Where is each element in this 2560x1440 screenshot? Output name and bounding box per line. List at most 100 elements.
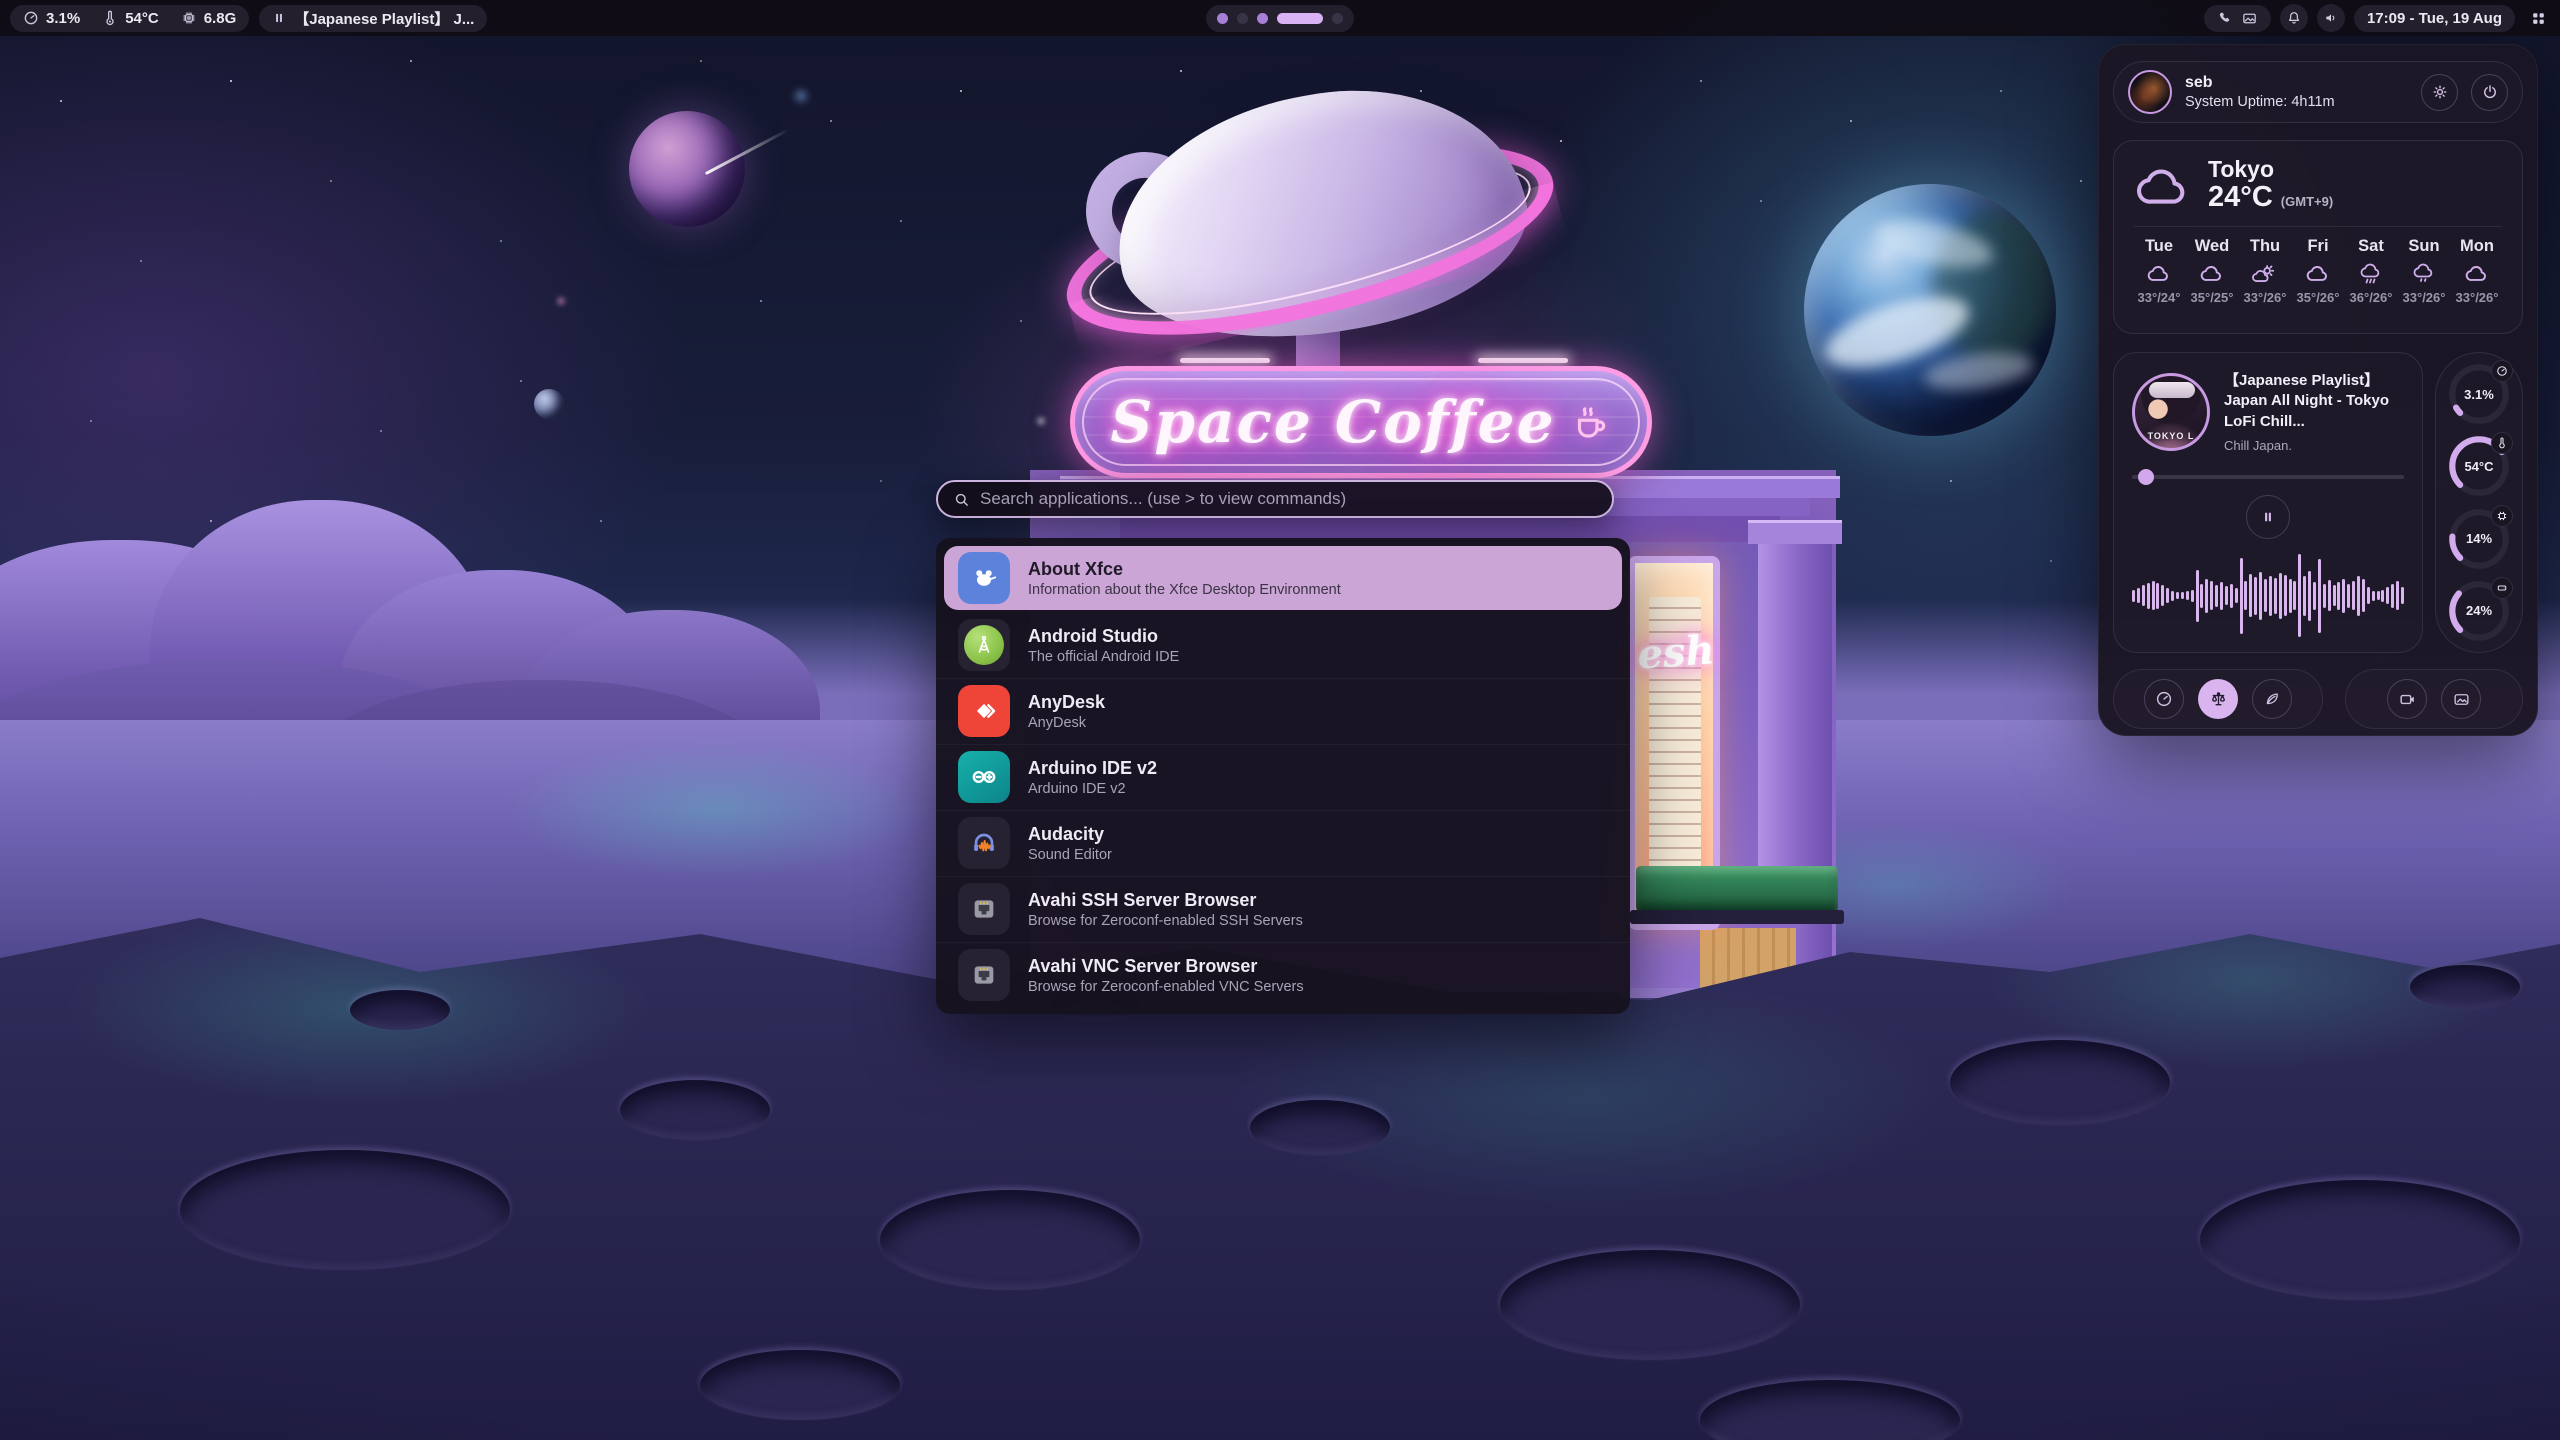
leaf-icon xyxy=(2263,690,2281,708)
memory-value: 6.8G xyxy=(204,10,237,27)
album-art[interactable]: TOKYO L xyxy=(2132,373,2210,451)
scales-icon xyxy=(2209,690,2228,709)
weather-temp: 24°C xyxy=(2208,182,2273,214)
tray-pill[interactable] xyxy=(2204,5,2271,32)
weather-timezone: (GMT+9) xyxy=(2281,195,2333,209)
network-port-icon xyxy=(958,883,1010,935)
performance-profile-button[interactable] xyxy=(2144,679,2184,719)
divider xyxy=(2134,226,2502,227)
memory-chip-icon xyxy=(2491,505,2513,527)
cloud-icon xyxy=(2134,263,2184,285)
app-subtitle: Information about the Xfce Desktop Envir… xyxy=(1028,582,1341,598)
network-port-icon xyxy=(958,949,1010,1001)
user-avatar[interactable] xyxy=(2128,70,2172,114)
app-item-avahi-vnc[interactable]: Avahi VNC Server Browser Browse for Zero… xyxy=(936,942,1630,1008)
temperature-gauge: 54°C xyxy=(2448,435,2510,497)
top-bar: 3.1% 54°C 6.8G 【Japanese Playlis xyxy=(0,0,2560,36)
clock-pill[interactable]: 17:09 - Tue, 19 Aug xyxy=(2354,5,2515,32)
app-title: About Xfce xyxy=(1028,558,1341,581)
app-item-audacity[interactable]: Audacity Sound Editor xyxy=(936,810,1630,876)
speedometer-icon xyxy=(2155,690,2173,708)
cpu-gauge: 3.1% xyxy=(2448,363,2510,425)
workspace-dot-2[interactable] xyxy=(1237,13,1248,24)
wallpaper-window-neon-text: esh xyxy=(1629,626,1722,679)
forecast-day: Fri 35°/26° xyxy=(2293,237,2343,305)
workspace-dot-3[interactable] xyxy=(1257,13,1268,24)
workspace-dot-1[interactable] xyxy=(1217,13,1228,24)
audacity-icon xyxy=(958,817,1010,869)
weather-cloud-icon xyxy=(2134,162,2192,210)
seek-handle[interactable] xyxy=(2138,469,2154,485)
rain-icon xyxy=(2346,263,2396,285)
workspace-dot-5[interactable] xyxy=(1332,13,1343,24)
now-playing-pill[interactable]: 【Japanese Playlist】 J... xyxy=(259,5,487,32)
search-input[interactable] xyxy=(980,489,1597,509)
app-item-arduino-ide[interactable]: Arduino IDE v2 Arduino IDE v2 xyxy=(936,744,1630,810)
track-title: 【Japanese Playlist】 Japan All Night - To… xyxy=(2224,371,2404,432)
xfce-mouse-icon xyxy=(958,552,1010,604)
weather-forecast-row: Tue 33°/24° Wed 35°/25° Thu 33°/26° Fri xyxy=(2134,237,2502,305)
user-card: seb System Uptime: 4h11m xyxy=(2113,61,2523,123)
power-icon xyxy=(2481,83,2499,101)
forecast-day: Tue 33°/24° xyxy=(2134,237,2184,305)
control-center-panel: seb System Uptime: 4h11m xyxy=(2098,44,2538,736)
wallpaper-purple-planet xyxy=(629,111,745,227)
temperature-icon xyxy=(102,10,118,26)
overview-grid-button[interactable] xyxy=(2524,4,2552,32)
workspace-dot-4-active[interactable] xyxy=(1277,13,1323,24)
neon-coffee-cup-icon xyxy=(1569,401,1611,443)
settings-button[interactable] xyxy=(2421,74,2458,111)
powersave-profile-button[interactable] xyxy=(2252,679,2292,719)
forecast-day: Thu 33°/26° xyxy=(2240,237,2290,305)
forecast-day: Mon 33°/26° xyxy=(2452,237,2502,305)
anydesk-icon xyxy=(958,685,1010,737)
temperature-value: 54°C xyxy=(125,10,159,27)
phone-icon[interactable] xyxy=(2217,10,2233,26)
app-item-android-studio[interactable]: Android Studio The official Android IDE xyxy=(936,612,1630,678)
speedometer-icon xyxy=(2491,360,2513,382)
forecast-day: Wed 35°/25° xyxy=(2187,237,2237,305)
pause-icon xyxy=(2260,509,2276,525)
volume-button[interactable] xyxy=(2317,4,2345,32)
neon-sign-text: Space Coffee xyxy=(1111,388,1556,456)
video-camera-icon xyxy=(2398,690,2417,709)
gear-icon xyxy=(2431,83,2449,101)
system-uptime: System Uptime: 4h11m xyxy=(2185,94,2408,110)
forecast-day: Sat 36°/26° xyxy=(2346,237,2396,305)
cloud-icon xyxy=(2293,263,2343,285)
android-studio-icon xyxy=(958,619,1010,671)
app-item-about-xfce[interactable]: About Xfce Information about the Xfce De… xyxy=(944,546,1622,610)
screenshot-button[interactable] xyxy=(2441,679,2481,719)
now-playing-label: 【Japanese Playlist】 J... xyxy=(294,8,474,29)
balanced-profile-button[interactable] xyxy=(2198,679,2238,719)
app-item-avahi-ssh[interactable]: Avahi SSH Server Browser Browse for Zero… xyxy=(936,876,1630,942)
cloud-icon xyxy=(2452,263,2502,285)
seek-bar[interactable] xyxy=(2132,469,2404,485)
play-pause-button[interactable] xyxy=(2246,495,2290,539)
notifications-bell-button[interactable] xyxy=(2280,4,2308,32)
system-gauges-card: 3.1% 54°C xyxy=(2435,352,2523,653)
app-item-anydesk[interactable]: AnyDesk AnyDesk xyxy=(936,678,1630,744)
wallpaper-neon-sign: Space Coffee xyxy=(1070,366,1652,478)
cloud-icon xyxy=(2187,263,2237,285)
search-results-panel: About Xfce Information about the Xfce De… xyxy=(936,538,1630,1014)
pause-icon xyxy=(272,11,286,25)
power-button[interactable] xyxy=(2471,74,2508,111)
search-bar[interactable] xyxy=(936,480,1614,518)
memory-gauge: 14% xyxy=(2448,508,2510,570)
clock-label: 17:09 - Tue, 19 Aug xyxy=(2367,10,2502,27)
grid-icon xyxy=(2530,10,2547,27)
weather-card: Tokyo 24°C (GMT+9) Tue 33°/24° Wed xyxy=(2113,140,2523,334)
wallpaper-earth xyxy=(1804,184,2056,436)
workspace-indicator[interactable] xyxy=(1206,5,1354,32)
system-stats-pill[interactable]: 3.1% 54°C 6.8G xyxy=(10,5,249,32)
wallpaper-changer-icon[interactable] xyxy=(2241,10,2258,27)
wallpaper-small-moon xyxy=(534,389,564,419)
power-profile-group xyxy=(2113,669,2323,729)
user-name: seb xyxy=(2185,74,2408,92)
forecast-day: Sun 33°/26° xyxy=(2399,237,2449,305)
disk-icon xyxy=(2491,577,2513,599)
image-icon xyxy=(2452,690,2471,709)
screen-record-button[interactable] xyxy=(2387,679,2427,719)
drizzle-icon xyxy=(2399,263,2449,285)
